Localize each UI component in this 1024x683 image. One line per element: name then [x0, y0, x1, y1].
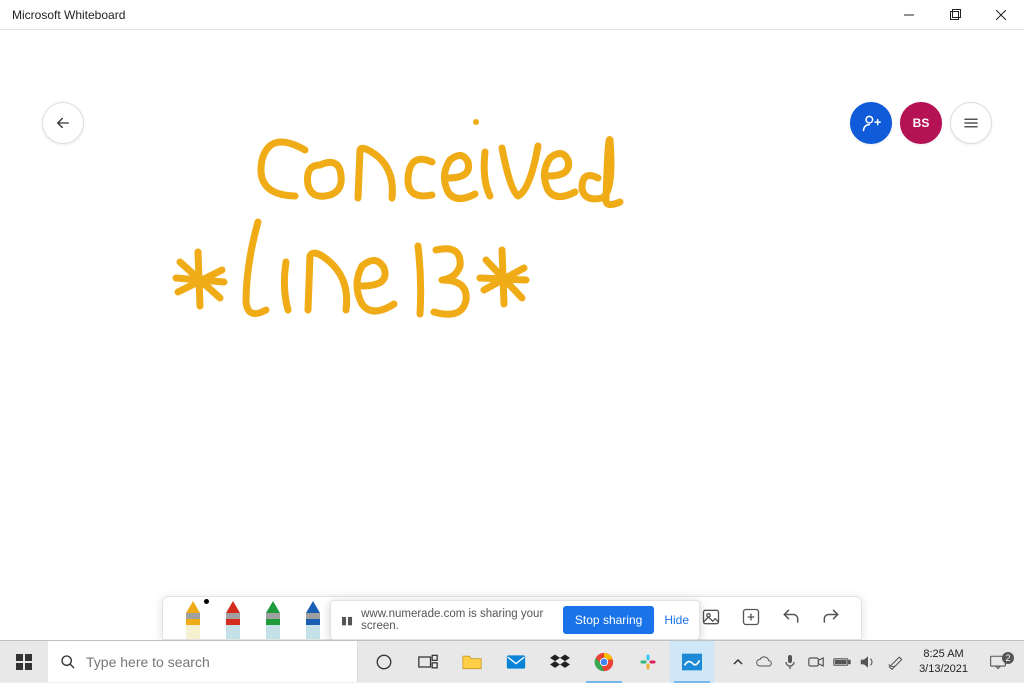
minimize-button[interactable] — [886, 0, 932, 30]
system-tray: 8:25 AM 3/13/2021 2 — [725, 641, 1024, 682]
meet-now-tray[interactable] — [803, 641, 829, 683]
dropbox-app[interactable] — [538, 641, 582, 683]
onedrive-tray[interactable] — [751, 641, 777, 683]
redo-button[interactable] — [811, 596, 851, 639]
hide-share-bar-button[interactable]: Hide — [664, 613, 689, 627]
mail-icon — [506, 654, 526, 670]
windows-taskbar: Type here to search — [0, 640, 1024, 682]
speaker-icon — [860, 655, 876, 669]
mic-icon — [784, 654, 796, 670]
battery-tray[interactable] — [829, 641, 855, 683]
start-button[interactable] — [0, 641, 48, 682]
camera-icon — [808, 656, 824, 668]
redo-icon — [821, 607, 841, 627]
ink-strokes — [0, 30, 1024, 640]
pen-input-icon — [887, 654, 905, 670]
add-button[interactable] — [731, 596, 771, 639]
plus-square-icon — [741, 607, 761, 627]
whiteboard-icon — [682, 653, 702, 671]
window-title: Microsoft Whiteboard — [12, 8, 125, 22]
notification-count: 2 — [1002, 652, 1014, 664]
cortana-icon — [375, 653, 393, 671]
title-bar: Microsoft Whiteboard — [0, 0, 1024, 30]
show-hidden-icons[interactable] — [725, 641, 751, 683]
windows-icon — [16, 654, 32, 670]
pause-share-button[interactable]: ▮▮ — [341, 614, 353, 627]
cortana-button[interactable] — [362, 641, 406, 683]
file-explorer-app[interactable] — [450, 641, 494, 683]
whiteboard-app[interactable] — [670, 641, 714, 683]
chevron-up-icon — [733, 657, 743, 667]
search-placeholder: Type here to search — [86, 654, 210, 670]
battery-icon — [833, 656, 851, 668]
share-status-text: www.numerade.com is sharing your screen. — [361, 608, 563, 632]
chrome-app[interactable] — [582, 641, 626, 683]
slack-icon — [639, 653, 657, 671]
slack-app[interactable] — [626, 641, 670, 683]
taskbar-pinned-apps — [358, 641, 714, 682]
window-controls — [886, 0, 1024, 30]
action-center-button[interactable]: 2 — [976, 654, 1020, 670]
stop-sharing-button[interactable]: Stop sharing — [563, 606, 654, 634]
folder-icon — [462, 653, 482, 671]
pen-blue[interactable] — [293, 596, 333, 639]
input-tray[interactable] — [881, 641, 911, 683]
undo-icon — [781, 607, 801, 627]
search-icon — [60, 654, 76, 670]
microphone-tray[interactable] — [777, 641, 803, 683]
pen-green[interactable] — [253, 596, 293, 639]
mail-app[interactable] — [494, 641, 538, 683]
taskbar-clock[interactable]: 8:25 AM 3/13/2021 — [911, 647, 976, 676]
screen-share-bar: ▮▮ www.numerade.com is sharing your scre… — [330, 600, 700, 640]
chrome-icon — [594, 652, 614, 672]
clock-time: 8:25 AM — [923, 647, 963, 661]
close-button[interactable] — [978, 0, 1024, 30]
whiteboard-canvas[interactable]: BS — [0, 30, 1024, 640]
pen-yellow[interactable] — [173, 596, 213, 639]
taskbar-search[interactable]: Type here to search — [48, 641, 358, 682]
maximize-button[interactable] — [932, 0, 978, 30]
clock-date: 3/13/2021 — [919, 662, 968, 676]
task-view-button[interactable] — [406, 641, 450, 683]
image-icon — [701, 607, 721, 627]
task-view-icon — [418, 654, 438, 670]
dropbox-icon — [550, 653, 570, 671]
cloud-icon — [756, 656, 772, 668]
pen-red[interactable] — [213, 596, 253, 639]
volume-tray[interactable] — [855, 641, 881, 683]
undo-button[interactable] — [771, 596, 811, 639]
